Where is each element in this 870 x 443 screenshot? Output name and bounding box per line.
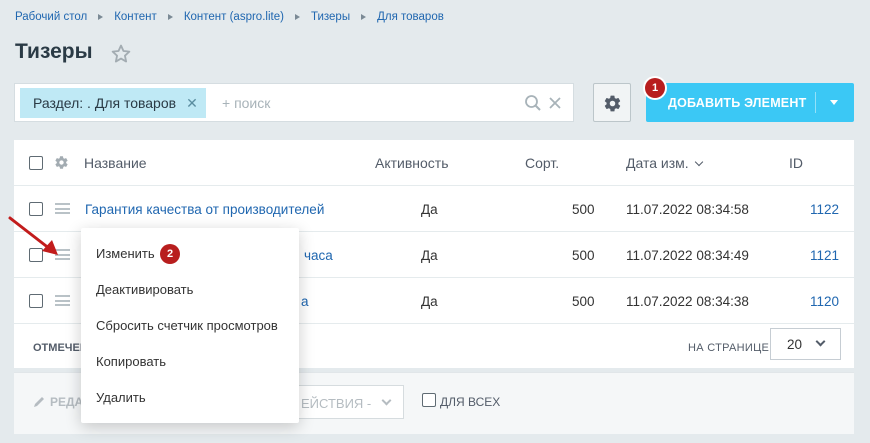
clear-icon[interactable] [548,96,562,110]
select-all-checkbox[interactable] [29,156,43,170]
column-header-id[interactable]: ID [789,155,803,171]
menu-item-copy[interactable]: Копировать [96,354,166,369]
for-all-checkbox[interactable] [422,393,436,407]
actions-select-value: ЕЙСТВИЯ - [301,396,372,411]
column-header-active[interactable]: Активность [375,155,449,171]
row-id-link[interactable]: 1122 [810,202,839,217]
for-all-label: ДЛЯ ВСЕХ [440,395,501,409]
menu-item-deactivate[interactable]: Деактивировать [96,282,193,297]
menu-item-edit[interactable]: Изменить [96,246,155,261]
step-badge-2: 2 [160,244,180,264]
page-title: Тизеры [15,40,93,63]
row-checkbox[interactable] [29,294,43,308]
filter-chip[interactable]: Раздел: . Для товаров ✕ [20,88,206,118]
table-row[interactable]: Гарантия качества от производителей Да 5… [14,186,854,232]
star-icon[interactable] [110,43,132,65]
breadcrumb-separator-icon [361,14,367,20]
row-sort: 500 [572,202,595,217]
for-all-option[interactable]: ДЛЯ ВСЕХ [422,393,501,409]
row-active: Да [421,202,438,217]
row-id-link[interactable]: 1121 [810,248,839,263]
button-divider [815,92,816,113]
row-active: Да [421,248,438,263]
annotation-arrow-icon [8,216,58,255]
row-sort: 500 [572,248,595,263]
row-id-link[interactable]: 1120 [810,294,839,309]
add-element-label: ДОБАВИТЬ ЭЛЕМЕНТ [668,96,807,110]
search-icon[interactable] [524,94,542,112]
settings-button[interactable] [593,83,631,122]
row-actions-menu-icon[interactable] [55,295,70,306]
row-sort: 500 [572,294,595,309]
column-header-date[interactable]: Дата изм. [626,155,703,171]
row-date: 11.07.2022 08:34:49 [626,248,749,263]
menu-item-delete[interactable]: Удалить [96,390,146,405]
sort-desc-icon [694,157,703,167]
per-page-select[interactable]: 20 [770,328,841,360]
breadcrumb-separator-icon [294,14,300,20]
row-date: 11.07.2022 08:34:58 [626,202,749,217]
row-name-link[interactable]: а [301,294,309,309]
add-element-button[interactable]: ДОБАВИТЬ ЭЛЕМЕНТ [646,83,854,122]
filter-search-box[interactable]: Раздел: . Для товаров ✕ [14,83,574,122]
edit-action-label: РЕДА [50,395,84,409]
dropdown-caret-icon[interactable] [830,100,838,105]
chip-remove-icon[interactable]: ✕ [186,95,198,112]
column-header-name[interactable]: Название [84,155,147,171]
pencil-icon [34,397,44,407]
step-badge-1: 1 [645,78,665,98]
grid-header: Название Активность Сорт. Дата изм. ID [14,140,854,186]
row-date: 11.07.2022 08:34:38 [626,294,749,309]
gear-icon [604,95,621,112]
breadcrumb-item-content[interactable]: Контент [114,11,157,23]
per-page-value: 20 [787,337,803,352]
menu-item-reset-views[interactable]: Сбросить счетчик просмотров [96,318,278,333]
selected-count-label: ОТМЕЧЕН [33,342,88,354]
breadcrumb-separator-icon [98,14,104,20]
breadcrumb-item-teasers[interactable]: Тизеры [311,11,350,23]
chevron-down-icon [381,395,392,406]
row-context-menu: Изменить 2 Деактивировать Сбросить счетч… [81,228,299,423]
breadcrumb-separator-icon [167,14,173,20]
search-input[interactable] [222,92,512,114]
breadcrumb: Рабочий стол Контент Контент (aspro.lite… [15,11,444,23]
breadcrumb-item-content-aspro[interactable]: Контент (aspro.lite) [184,11,284,23]
column-header-date-label: Дата изм. [626,155,689,171]
edit-action-button[interactable]: РЕДА [32,395,83,409]
row-active: Да [421,294,438,309]
breadcrumb-item-desktop[interactable]: Рабочий стол [15,11,87,23]
row-name-link[interactable]: Гарантия качества от производителей [85,202,324,217]
row-name-link[interactable]: часа [304,248,333,263]
column-settings-gear-icon[interactable] [54,155,69,170]
breadcrumb-item-for-products[interactable]: Для товаров [377,11,444,23]
filter-chip-label: Раздел: . Для товаров [33,95,177,111]
column-header-sort[interactable]: Сорт. [525,155,559,171]
per-page-label: НА СТРАНИЦЕ: [688,342,773,354]
chevron-down-icon [815,336,826,347]
actions-select[interactable]: ЕЙСТВИЯ - [294,385,404,419]
